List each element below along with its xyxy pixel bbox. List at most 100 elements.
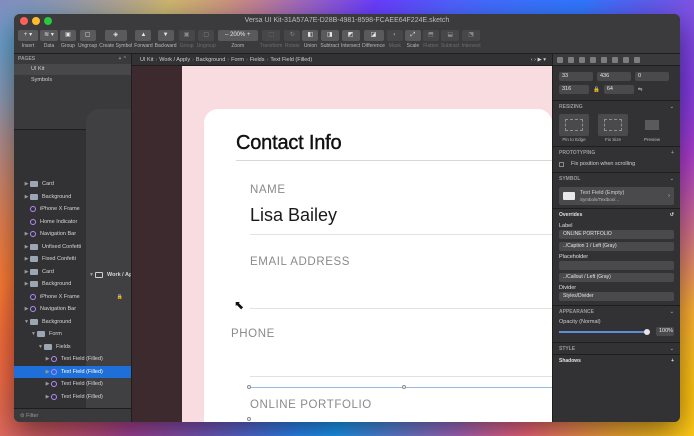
toolbar-rotate-button[interactable]: ↻ Rotate — [284, 28, 301, 49]
lock-icon[interactable]: 🔒 — [117, 291, 123, 304]
disclosure-arrow-icon[interactable]: ▼ — [88, 269, 95, 282]
toolbar-backward-button[interactable]: ▼ Backward — [155, 28, 177, 49]
layer-row[interactable]: ▶ Text Field (Filled) — [14, 391, 131, 404]
toolbar-subtract-button[interactable]: ◨ Subtract — [320, 28, 339, 49]
style-header[interactable]: STYLE ⌄ — [553, 342, 680, 354]
align-center-icon[interactable] — [568, 56, 574, 63]
disclosure-arrow-icon[interactable]: ▶ — [44, 391, 51, 404]
filter-bar[interactable]: ⊜ Filter — [14, 408, 131, 422]
disclosure-arrow-icon[interactable]: ▶ — [23, 178, 30, 191]
canvas[interactable]: UI Kit › Work / Apply › Background › Form › Fiel… — [132, 54, 552, 422]
layer-row[interactable]: ▶ Text Field (Filled) — [14, 353, 131, 366]
page-item-ui-kit[interactable]: UI Kit — [14, 64, 131, 75]
resize-option-preview[interactable]: Preview — [637, 114, 667, 142]
disclosure-arrow-icon[interactable]: ▶ — [44, 366, 51, 379]
resizing-header[interactable]: RESIZING ⌄ — [553, 100, 680, 112]
close-window-button[interactable] — [20, 17, 28, 25]
layer-row[interactable]: ▼ Fields — [14, 341, 131, 354]
zoom-window-button[interactable] — [44, 17, 52, 25]
label-override-input[interactable]: ONLINE PORTFOLIO — [559, 230, 674, 239]
flip-icon[interactable]: ⇋ — [638, 87, 643, 93]
align-right-icon[interactable] — [579, 56, 585, 63]
width-field[interactable]: 316 — [559, 85, 589, 94]
disclosure-arrow-icon[interactable]: ▶ — [23, 241, 30, 254]
toolbar-difference-button[interactable]: ◪ Difference — [362, 28, 385, 49]
placeholder-style-select[interactable]: ../Callout / Left (Gray) — [559, 273, 674, 282]
disclosure-arrow-icon[interactable]: ▶ — [23, 191, 30, 204]
add-icon[interactable]: + — [671, 147, 674, 159]
height-field[interactable]: 64 — [603, 85, 634, 94]
toolbar-data-button[interactable]: ≋ ▾ Data — [40, 28, 58, 49]
resize-handle-top-left[interactable] — [247, 385, 251, 389]
toolbar-intersect-button[interactable]: ⬔ Intersect — [462, 28, 481, 49]
pages-actions[interactable]: + ⌃ — [119, 54, 128, 64]
disclosure-arrow-icon[interactable]: ▼ — [30, 328, 37, 341]
breadcrumb-item[interactable]: Text Field (Filled) — [270, 57, 312, 63]
align-bottom-icon[interactable] — [612, 56, 618, 63]
align-left-icon[interactable] — [557, 56, 563, 63]
disclosure-arrow-icon[interactable]: ▶ — [23, 278, 30, 291]
align-middle-icon[interactable] — [601, 56, 607, 63]
opacity-slider-knob[interactable] — [644, 328, 650, 335]
disclosure-arrow-icon[interactable]: ▶ — [44, 378, 51, 391]
divider-select[interactable]: Styles/Divider — [559, 292, 674, 301]
field-value-name[interactable]: Lisa Bailey — [250, 205, 337, 226]
disclosure-arrow-icon[interactable]: ▶ — [23, 228, 30, 241]
breadcrumb-item[interactable]: Background — [196, 57, 225, 63]
toolbar-transform-button[interactable]: ⬚ Transform — [260, 28, 282, 49]
disclosure-arrow-icon[interactable]: ▶ — [44, 353, 51, 366]
label-style-select[interactable]: ../Caption 1 / Left (Gray) — [559, 242, 674, 251]
toolbar-forward-button[interactable]: ▲ Forward — [134, 28, 153, 49]
toolbar-subtract-button[interactable]: ⬓ Subtract — [441, 28, 460, 49]
disclosure-arrow-icon[interactable]: ▶ — [23, 303, 30, 316]
align-top-icon[interactable] — [590, 56, 596, 63]
canvas-nav-controls[interactable]: ‹ › ▶ ▾ — [531, 54, 546, 66]
symbol-picker[interactable]: Text Field (Empty) Symbols/Textbox/... › — [559, 187, 674, 205]
toolbar-insert-button[interactable]: + ▾ Insert — [18, 28, 38, 49]
reset-overrides-icon[interactable]: ↺ — [670, 209, 674, 221]
rotation-field[interactable]: 0 — [635, 72, 669, 81]
opacity-slider[interactable] — [559, 328, 650, 335]
breadcrumb-item[interactable]: Fields — [250, 57, 265, 63]
toolbar-ungroup-button[interactable]: ▢ Ungroup — [197, 28, 216, 49]
fix-position-row[interactable]: Fix position when scrolling — [553, 158, 680, 170]
y-field[interactable]: 436 — [597, 72, 631, 81]
minimize-window-button[interactable] — [32, 17, 40, 25]
breadcrumb-item[interactable]: Form — [231, 57, 244, 63]
symbol-header[interactable]: SYMBOL ⌄ — [553, 172, 680, 184]
resize-option-fix[interactable]: Fix Size — [598, 114, 628, 142]
layer-row[interactable]: ▶ Text Field (Filled) — [14, 378, 131, 391]
page-item-symbols[interactable]: Symbols — [14, 75, 131, 86]
distribute-vertical-icon[interactable] — [634, 56, 640, 63]
x-field[interactable]: 33 — [559, 72, 593, 81]
opacity-field[interactable]: 100% — [656, 327, 674, 336]
toolbar-intersect-button[interactable]: ◩ Intersect — [341, 28, 360, 49]
toolbar-flatten-button[interactable]: ⬒ Flatten — [422, 28, 439, 49]
lock-ratio-icon[interactable]: 🔒 — [593, 87, 600, 93]
resize-handle-bottom-left[interactable] — [247, 417, 251, 421]
toolbar-ungroup-button[interactable]: ▢ Ungroup — [78, 28, 97, 49]
distribute-horizontal-icon[interactable] — [623, 56, 629, 63]
toolbar-union-button[interactable]: ◧ Union — [302, 28, 319, 49]
toolbar-zoom-button[interactable]: – 200% + Zoom — [217, 28, 258, 49]
toolbar-mask-button[interactable]: ◐ Mask — [386, 28, 403, 49]
toolbar-group-button[interactable]: ▣ Group — [178, 28, 195, 49]
fix-position-checkbox[interactable] — [559, 161, 564, 167]
resize-handle-top-center[interactable] — [402, 385, 406, 389]
layer-row[interactable]: iPhone X Frame 🔒 — [14, 291, 131, 304]
layer-row[interactable]: ▼ Form — [14, 328, 131, 341]
layer-row[interactable]: ▶ Navigation Bar — [14, 303, 131, 316]
breadcrumb-item[interactable]: UI Kit — [140, 57, 153, 63]
breadcrumb-item[interactable]: Work / Apply — [159, 57, 190, 63]
toolbar-scale-button[interactable]: ⤢ Scale — [404, 28, 421, 49]
appearance-header[interactable]: APPEARANCE ⌄ — [553, 305, 680, 317]
resize-option-pin[interactable]: Pin to Edge — [559, 114, 589, 142]
placeholder-override-input[interactable] — [559, 261, 674, 270]
layer-row[interactable]: ▼ Background — [14, 316, 131, 329]
disclosure-arrow-icon[interactable]: ▶ — [23, 266, 30, 279]
disclosure-arrow-icon[interactable]: ▼ — [37, 341, 44, 354]
disclosure-arrow-icon[interactable]: ▶ — [23, 253, 30, 266]
disclosure-arrow-icon[interactable]: ▼ — [23, 316, 30, 329]
layer-row[interactable]: ▶ Text Field (Filled) — [14, 365, 131, 379]
shadows-header[interactable]: Shadows + — [553, 354, 680, 366]
